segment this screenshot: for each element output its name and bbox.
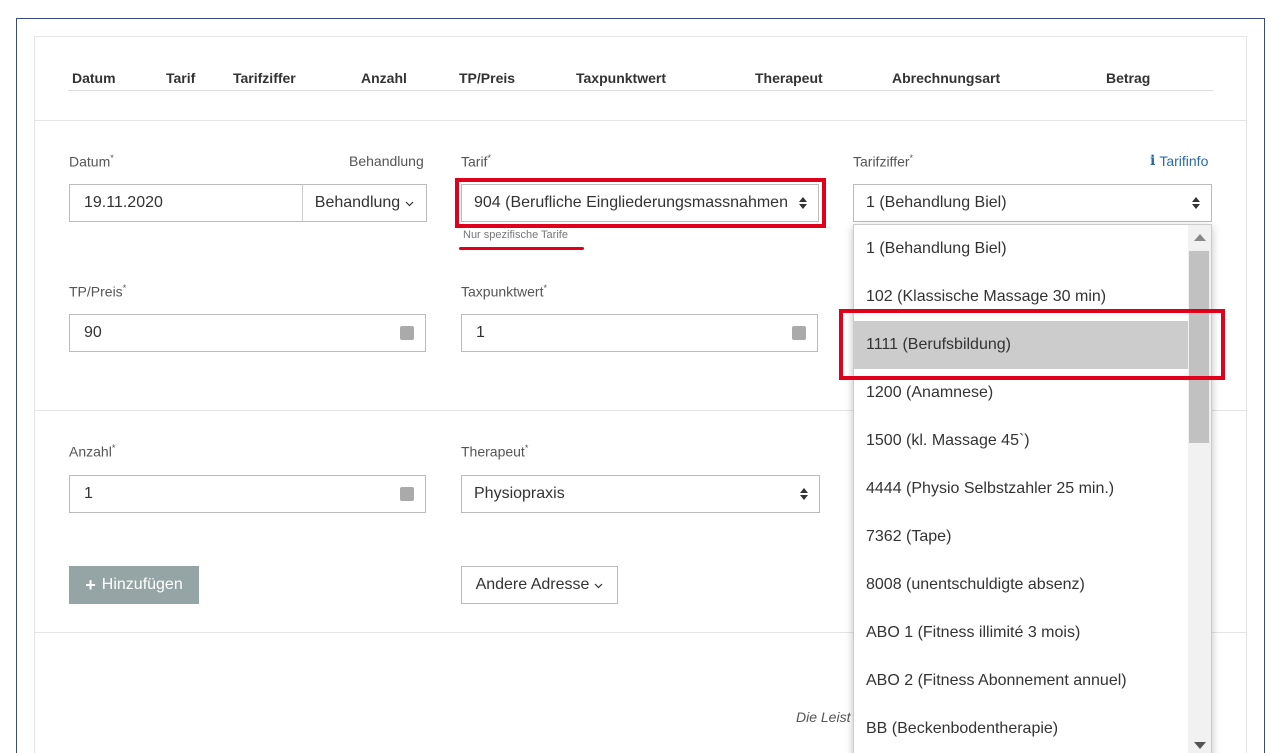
section-divider — [35, 120, 1246, 121]
anzahl-value: 1 — [84, 485, 93, 502]
col-header-abrechnungsart[interactable]: Abrechnungsart — [892, 70, 1000, 86]
tarifziffer-dropdown-list[interactable]: 1 (Behandlung Biel) 102 (Klassische Mass… — [853, 224, 1212, 753]
dropdown-option[interactable]: 7362 (Tape) — [854, 513, 1189, 561]
taxpunktwert-value: 1 — [476, 324, 485, 341]
other-address-label: Andere Adresse — [475, 576, 590, 593]
behandlung-label: Behandlung — [349, 153, 424, 169]
tarif-highlight-box — [455, 178, 826, 228]
col-header-betrag[interactable]: Betrag — [1106, 70, 1150, 86]
tp-preis-label: TP/Preis* — [69, 283, 127, 300]
dropdown-scrollbar[interactable] — [1188, 225, 1211, 753]
dropdown-option[interactable]: 1 (Behandlung Biel) — [854, 225, 1189, 273]
taxpunktwert-label: Taxpunktwert* — [461, 283, 547, 300]
col-header-tp-preis[interactable]: TP/Preis — [459, 70, 515, 86]
tarifziffer-select[interactable]: 1 (Behandlung Biel) — [853, 184, 1212, 222]
dropdown-option[interactable]: ABO 1 (Fitness illimité 3 mois) — [854, 609, 1189, 657]
anzahl-label: Anzahl* — [69, 443, 116, 460]
dropdown-option[interactable]: 8008 (unentschuldigte absenz) — [854, 561, 1189, 609]
behandlung-dropdown-button[interactable]: Behandlung — [302, 184, 427, 222]
select-caret-icon — [1181, 196, 1211, 210]
col-header-tarif[interactable]: Tarif — [166, 70, 195, 86]
therapeut-label: Therapeut* — [461, 443, 529, 460]
chevron-down-icon — [405, 194, 414, 212]
col-header-anzahl[interactable]: Anzahl — [361, 70, 407, 86]
checkbox-icon — [399, 487, 414, 501]
add-button-label: Hinzufügen — [101, 576, 183, 593]
plus-icon: + — [85, 574, 96, 595]
chevron-down-icon — [594, 576, 603, 594]
col-header-datum[interactable]: Datum — [72, 70, 116, 86]
col-header-therapeut[interactable]: Therapeut — [755, 70, 823, 86]
checkbox-icon — [791, 326, 806, 340]
scroll-down-arrow-icon[interactable] — [1194, 742, 1206, 749]
tarif-hint: Nur spezifische Tarife — [463, 229, 568, 241]
col-header-taxpunktwert[interactable]: Taxpunktwert — [576, 70, 666, 86]
anzahl-addon[interactable] — [388, 475, 426, 513]
scroll-up-arrow-icon[interactable] — [1194, 234, 1206, 241]
datum-value: 19.11.2020 — [84, 194, 163, 211]
dropdown-option[interactable]: ABO 2 (Fitness Abonnement annuel) — [854, 657, 1189, 705]
add-button[interactable]: + Hinzufügen — [69, 566, 199, 604]
therapeut-select[interactable]: Physiopraxis — [461, 475, 820, 513]
footer-note: Die Leist — [796, 709, 851, 725]
dropdown-option[interactable]: 1500 (kl. Massage 45`) — [854, 417, 1189, 465]
select-caret-icon — [789, 487, 819, 501]
tarif-label: Tarif* — [461, 153, 491, 170]
tp-preis-addon[interactable] — [388, 314, 426, 352]
info-icon: i — [1150, 153, 1156, 169]
datum-input[interactable]: 19.11.2020 — [69, 184, 303, 222]
tp-preis-input[interactable]: 90 — [69, 314, 389, 352]
option-highlight-box — [839, 309, 1225, 380]
tarifziffer-value: 1 (Behandlung Biel) — [866, 194, 1007, 211]
anzahl-input[interactable]: 1 — [69, 475, 389, 513]
dropdown-option[interactable]: 4444 (Physio Selbstzahler 25 min.) — [854, 465, 1189, 513]
taxpunktwert-addon[interactable] — [780, 314, 818, 352]
tarifinfo-label: Tarifinfo — [1159, 153, 1209, 169]
checkbox-icon — [399, 326, 414, 340]
tarifziffer-label: Tarifziffer* — [853, 153, 914, 170]
therapeut-value: Physiopraxis — [474, 485, 565, 502]
behandlung-button-label: Behandlung — [314, 194, 401, 211]
datum-label: Datum* — [69, 153, 114, 170]
taxpunktwert-input[interactable]: 1 — [461, 314, 781, 352]
tp-preis-value: 90 — [84, 324, 102, 341]
other-address-button[interactable]: Andere Adresse — [461, 566, 618, 604]
hint-underline — [459, 247, 584, 250]
tarifinfo-link[interactable]: i Tarifinfo — [1150, 153, 1208, 169]
header-divider — [68, 90, 1213, 91]
dropdown-option[interactable]: BB (Beckenbodentherapie) — [854, 705, 1189, 753]
col-header-tarifziffer[interactable]: Tarifziffer — [233, 70, 296, 86]
